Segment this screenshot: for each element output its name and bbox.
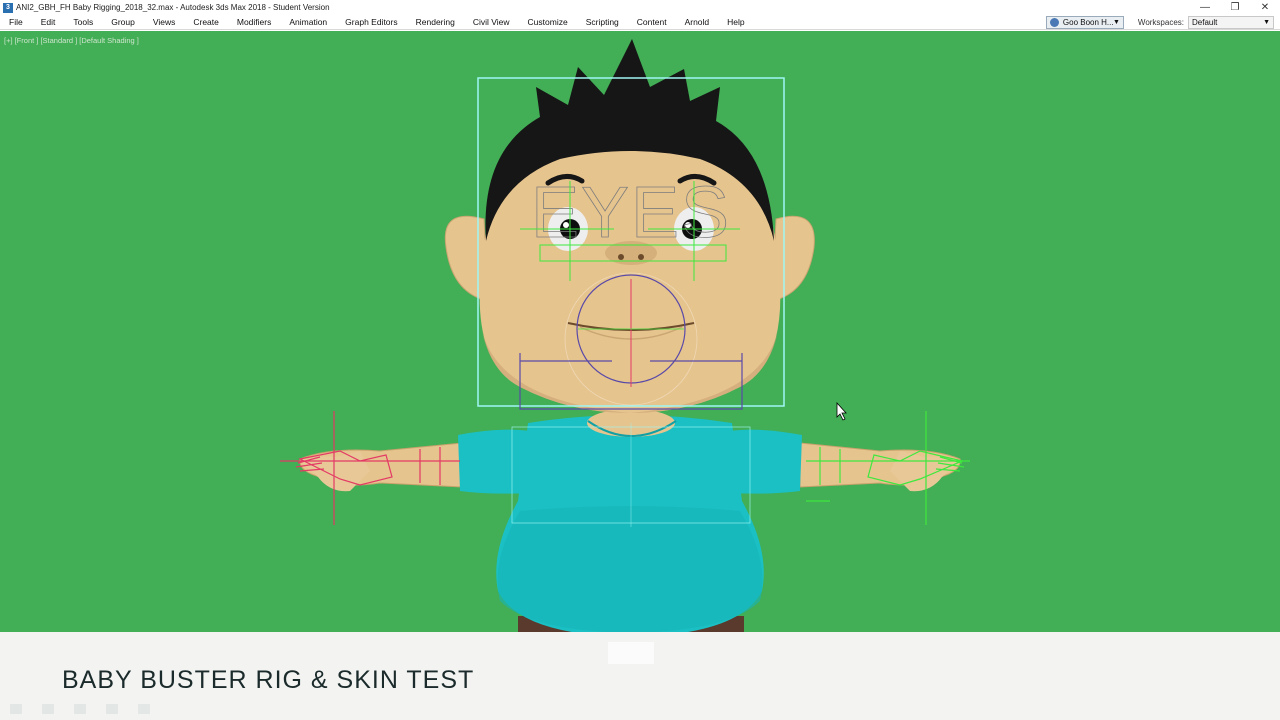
user-icon: [1049, 17, 1059, 27]
menu-rendering[interactable]: Rendering: [407, 15, 464, 30]
taskbar-app-icon: [42, 704, 54, 714]
taskbar-app-icon: [74, 704, 86, 714]
menu-edit[interactable]: Edit: [32, 15, 65, 30]
menu-views[interactable]: Views: [144, 15, 185, 30]
ghost-panel: [608, 642, 654, 664]
menu-create[interactable]: Create: [184, 15, 228, 30]
left-arm: [299, 442, 463, 492]
window-title: ANI2_GBH_FH Baby Rigging_2018_32.max - A…: [16, 3, 330, 12]
caret-down-icon: ▼: [1112, 18, 1120, 26]
eyes-control-text: EYES: [531, 173, 731, 253]
menu-graph-editors[interactable]: Graph Editors: [336, 15, 406, 30]
workspaces-label: Workspaces:: [1137, 17, 1184, 27]
menu-file[interactable]: File: [0, 15, 32, 30]
character-scene: EYES: [280, 39, 970, 632]
menu-customize[interactable]: Customize: [519, 15, 577, 30]
menu-civil-view[interactable]: Civil View: [464, 15, 519, 30]
menu-scripting[interactable]: Scripting: [577, 15, 628, 30]
lower-third-banner: BABY BUSTER RIG & SKIN TEST: [0, 632, 1280, 720]
right-arm: [799, 442, 961, 492]
taskbar-ghost: [0, 698, 1280, 720]
close-icon[interactable]: ✕: [1250, 0, 1280, 15]
menu-content[interactable]: Content: [628, 15, 676, 30]
workspace-value: Default: [1192, 17, 1218, 27]
right-sleeve: [730, 429, 802, 494]
minimize-icon[interactable]: —: [1190, 0, 1220, 15]
menu-modifiers[interactable]: Modifiers: [228, 15, 280, 30]
video-caption: BABY BUSTER RIG & SKIN TEST: [62, 666, 475, 694]
menu-help[interactable]: Help: [718, 15, 753, 30]
menu-arnold[interactable]: Arnold: [676, 15, 719, 30]
app-logo-icon: 3: [3, 2, 13, 13]
menu-animation[interactable]: Animation: [280, 15, 336, 30]
restore-icon[interactable]: ❐: [1220, 0, 1250, 15]
mouse-cursor-icon: [836, 401, 847, 421]
user-name: Goo Boon H...: [1062, 17, 1113, 27]
caret-down-icon: ▼: [1263, 18, 1270, 26]
taskbar-app-icon: [138, 704, 150, 714]
taskbar-app-icon: [106, 704, 118, 714]
title-bar: 3 ANI2_GBH_FH Baby Rigging_2018_32.max -…: [0, 0, 1280, 15]
menu-bar: File Edit Tools Group Views Create Modif…: [0, 15, 1280, 30]
windows-start-icon: [10, 704, 22, 714]
menu-tools[interactable]: Tools: [64, 15, 102, 30]
left-sleeve: [458, 429, 530, 494]
front-viewport[interactable]: [+] [Front ] [Standard ] [Default Shadin…: [0, 31, 1280, 632]
user-account-dropdown[interactable]: Goo Boon H... ▼: [1045, 15, 1124, 29]
menu-group[interactable]: Group: [102, 15, 144, 30]
workspace-select[interactable]: Default ▼: [1188, 15, 1274, 29]
